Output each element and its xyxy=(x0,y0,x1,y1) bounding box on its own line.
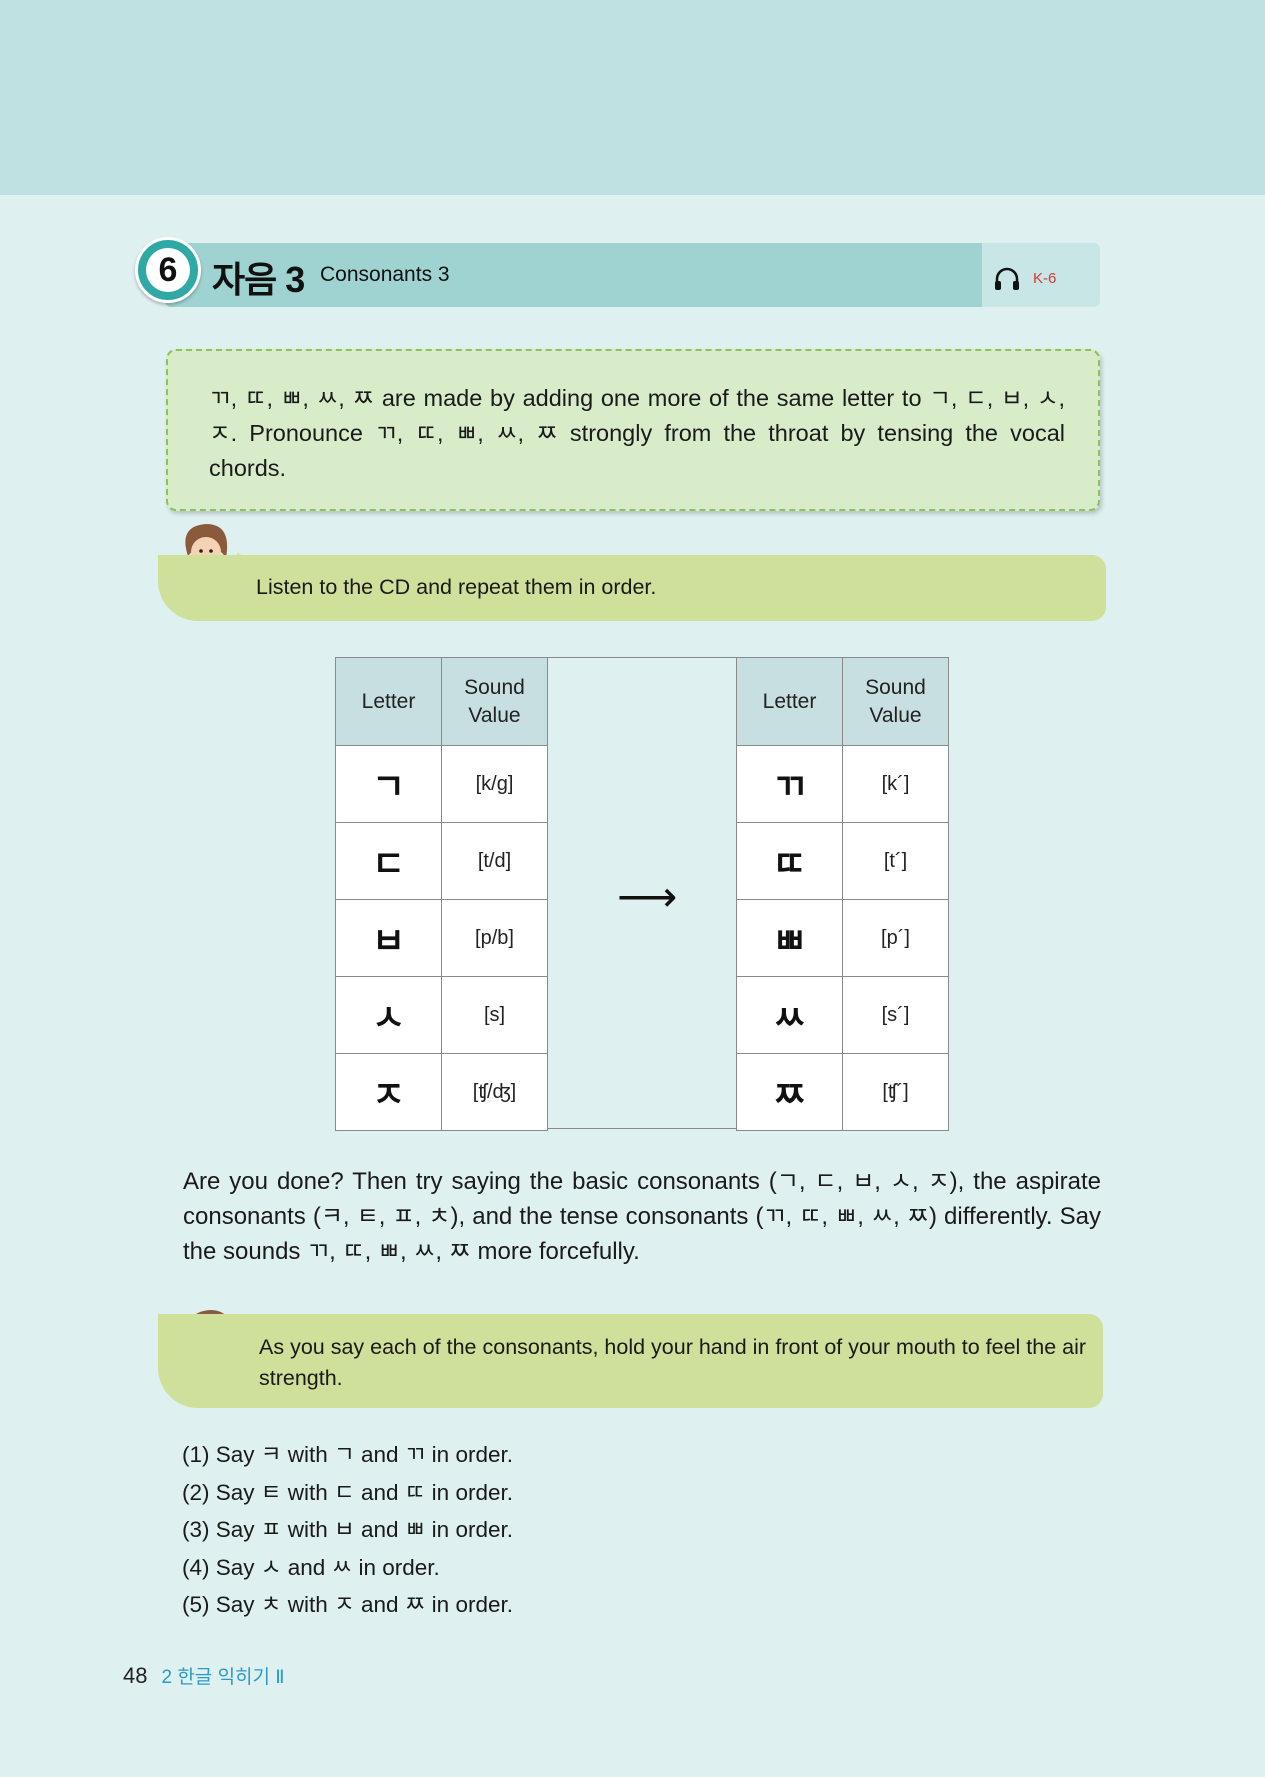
chapter-title: 2 한글 익히기 Ⅱ xyxy=(161,1667,285,1688)
table-row: ㅃ [p´] xyxy=(736,899,949,977)
list-item: (1) Say ㅋ with ㄱ and ㄲ in order. xyxy=(182,1442,513,1467)
table-row: ㅉ [ʧ´] xyxy=(736,1053,949,1131)
table-row: ㅅ [s] xyxy=(335,976,548,1054)
page-footer: 48 2 한글 익히기 Ⅱ xyxy=(123,1662,285,1689)
letter-cell: ㅉ xyxy=(736,1053,843,1131)
list-item: (3) Say ㅍ with ㅂ and ㅃ in order. xyxy=(182,1517,513,1542)
letter-cell: ㄱ xyxy=(335,745,442,823)
section-header: 6 자음 3 Consonants 3 K-6 xyxy=(135,237,1103,309)
sound-cell: [s] xyxy=(441,976,548,1054)
section-title-english: Consonants 3 xyxy=(320,263,450,286)
tense-consonant-table: Letter Sound Value ㄲ [k´] ㄸ [t´] ㅃ [p´] ㅆ… xyxy=(736,657,949,1131)
intro-text: ㄲ, ㄸ, ㅃ, ㅆ, ㅉ are made by adding one mor… xyxy=(209,385,1065,481)
letter-cell: ㅅ xyxy=(335,976,442,1054)
practice-paragraph: Are you done? Then try saying the basic … xyxy=(183,1168,1101,1265)
instruction-listen: Listen to the CD and repeat them in orde… xyxy=(256,575,657,599)
table-row: ㅈ [ʧ/ʤ] xyxy=(335,1053,548,1131)
letter-cell: ㄷ xyxy=(335,822,442,900)
section-number: 6 xyxy=(146,248,190,292)
instruction-air: As you say each of the consonants, hold … xyxy=(259,1335,1087,1390)
table-row: ㄱ [k/g] xyxy=(335,745,548,823)
letter-cell: ㅂ xyxy=(335,899,442,977)
section-title-korean: 자음 3 xyxy=(212,259,305,300)
right-arrow-icon: ⟶ xyxy=(617,873,678,920)
section-number-badge: 6 xyxy=(135,237,201,303)
sound-cell: [t/d] xyxy=(441,822,548,900)
audio-track-code: K-6 xyxy=(1033,269,1057,287)
exercise-list: (1) Say ㅋ with ㄱ and ㄲ in order. (2) Say… xyxy=(182,1436,513,1624)
sound-cell: [s´] xyxy=(842,976,949,1054)
letter-cell: ㄸ xyxy=(736,822,843,900)
sound-cell: [ʧ/ʤ] xyxy=(441,1053,548,1131)
table-row: ㅆ [s´] xyxy=(736,976,949,1054)
intro-box: ㄲ, ㄸ, ㅃ, ㅆ, ㅉ are made by adding one mor… xyxy=(166,349,1100,511)
top-band xyxy=(0,0,1265,195)
header-sound-value: Sound Value xyxy=(441,657,548,746)
list-item: (5) Say ㅊ with ㅈ and ㅉ in order. xyxy=(182,1592,513,1617)
letter-cell: ㅆ xyxy=(736,976,843,1054)
sound-cell: [p/b] xyxy=(441,899,548,977)
sound-cell: [k´] xyxy=(842,745,949,823)
table-row: ㄷ [t/d] xyxy=(335,822,548,900)
table-row: ㅂ [p/b] xyxy=(335,899,548,977)
table-row: ㄲ [k´] xyxy=(736,745,949,823)
sound-cell: [p´] xyxy=(842,899,949,977)
page-number: 48 xyxy=(123,1663,148,1688)
header-letter: Letter xyxy=(335,657,442,746)
list-item: (2) Say ㅌ with ㄷ and ㄸ in order. xyxy=(182,1479,513,1505)
letter-cell: ㄲ xyxy=(736,745,843,823)
headphones-icon xyxy=(995,267,1019,290)
table-header-row: Letter Sound Value xyxy=(736,657,949,746)
sound-cell: [k/g] xyxy=(441,745,548,823)
table-header-row: Letter Sound Value xyxy=(335,657,548,746)
audio-track[interactable]: K-6 xyxy=(993,265,1056,291)
header-sound-value: Sound Value xyxy=(842,657,949,746)
header-letter: Letter xyxy=(736,657,843,746)
letter-cell: ㅃ xyxy=(736,899,843,977)
sound-cell: [t´] xyxy=(842,822,949,900)
list-item: (4) Say ㅅ and ㅆ in order. xyxy=(182,1554,440,1580)
letter-cell: ㅈ xyxy=(335,1053,442,1131)
basic-consonant-table: Letter Sound Value ㄱ [k/g] ㄷ [t/d] ㅂ [p/b… xyxy=(335,657,548,1131)
table-row: ㄸ [t´] xyxy=(736,822,949,900)
sound-cell: [ʧ´] xyxy=(842,1053,949,1131)
